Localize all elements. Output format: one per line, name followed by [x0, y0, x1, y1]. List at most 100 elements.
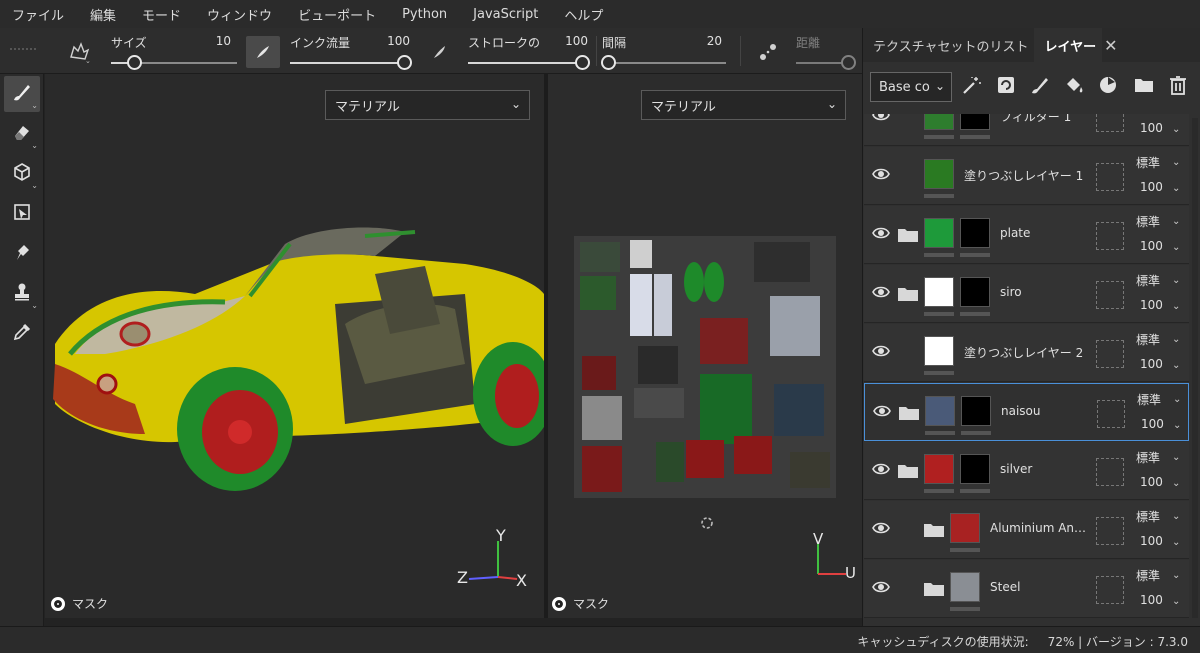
effect-slot[interactable] [1097, 400, 1125, 428]
layer-name[interactable]: 塗りつぶしレイヤー 1 [964, 167, 1090, 184]
mask-thumbnail[interactable] [960, 454, 990, 484]
layer-name[interactable]: silver [1000, 462, 1090, 476]
layer-list-scrollbar[interactable] [1192, 118, 1198, 618]
effect-slot[interactable] [1096, 458, 1124, 486]
effect-slot[interactable] [1096, 163, 1124, 191]
toolbar-grip[interactable] [10, 48, 36, 54]
layer-thumbnail[interactable] [924, 336, 954, 366]
menu-item-7[interactable]: ヘルプ [564, 5, 603, 24]
tab-layers[interactable]: レイヤー [1034, 28, 1103, 62]
effect-slot[interactable] [1096, 114, 1124, 132]
chevron-down-icon[interactable]: ⌄ [1172, 360, 1180, 371]
layer-opacity[interactable]: 100 [1140, 357, 1163, 371]
blend-mode[interactable]: 標準 [1136, 213, 1160, 230]
mask-toggle-3d[interactable]: マスク [51, 595, 108, 612]
add-fill-layer-button[interactable] [1061, 74, 1087, 100]
mask-thumbnail[interactable] [960, 114, 990, 130]
stroke-value[interactable]: 100 [554, 34, 588, 48]
mask-thumbnail[interactable] [961, 396, 991, 426]
menu-item-6[interactable]: JavaScript [473, 7, 538, 22]
layer-name[interactable]: 塗りつぶしレイヤー 2 [964, 344, 1090, 361]
layer-opacity[interactable]: 100 [1140, 298, 1163, 312]
effect-slot[interactable] [1096, 517, 1124, 545]
effect-slot[interactable] [1096, 281, 1124, 309]
layer-list[interactable]: フィルター 1 100 ⌄ ⌄ 塗りつぶしレイヤー 1 標準 100 ⌄ ⌄ plate 標準 100… [863, 114, 1200, 626]
mask-thumbnail[interactable] [960, 277, 990, 307]
layer-thumbnail[interactable] [925, 396, 955, 426]
size-knob[interactable] [126, 55, 142, 70]
eye-icon[interactable] [872, 285, 890, 299]
menu-item-4[interactable]: ビューポート [298, 5, 376, 24]
chevron-down-icon[interactable]: ⌄ [1173, 420, 1181, 431]
layer-row[interactable]: 塗りつぶしレイヤー 1 標準 100 ⌄ ⌄ [864, 147, 1189, 205]
flow-value[interactable]: 100 [376, 34, 410, 48]
layer-opacity[interactable]: 100 [1140, 593, 1163, 607]
lazy-mouse-icon[interactable] [756, 40, 780, 64]
add-paint-layer-button[interactable] [1027, 74, 1053, 100]
layer-thumbnail[interactable] [950, 572, 980, 602]
polygon-fill-tool[interactable] [4, 196, 40, 232]
layer-row[interactable]: naisou 標準 100 ⌄ ⌄ [864, 383, 1189, 441]
chevron-down-icon[interactable]: ⌄ [1172, 157, 1180, 168]
eye-icon[interactable] [872, 344, 890, 358]
chevron-down-icon[interactable]: ⌄ [1172, 301, 1180, 312]
flow-brush-icon[interactable] [246, 36, 280, 68]
eraser-tool[interactable]: ⌄ [4, 116, 40, 152]
size-slider[interactable]: サイズ 10 [111, 28, 237, 74]
layer-opacity[interactable]: 100 [1141, 417, 1164, 431]
close-icon[interactable]: ✕ [1104, 36, 1117, 55]
layer-row[interactable]: Steel 標準 100 ⌄ ⌄ [864, 560, 1189, 618]
distance-slider[interactable]: 距離 [796, 28, 856, 74]
eye-icon[interactable] [872, 462, 890, 476]
layer-opacity[interactable]: 100 [1140, 239, 1163, 253]
layer-row[interactable]: 塗りつぶしレイヤー 2 標準 100 ⌄ ⌄ [864, 324, 1189, 382]
tab-texture-set-list[interactable]: テクスチャセットのリスト [863, 28, 1034, 62]
blend-mode[interactable]: 標準 [1136, 272, 1160, 289]
spacing-knob[interactable] [601, 55, 617, 70]
menu-item-2[interactable]: モード [142, 5, 181, 24]
brush-shape-icon[interactable]: ⌄ [62, 38, 96, 66]
layer-row[interactable]: Aluminium Ano… 標準 100 ⌄ ⌄ [864, 501, 1189, 559]
blend-mode[interactable]: 標準 [1136, 508, 1160, 525]
chevron-down-icon[interactable]: ⌄ [1172, 511, 1180, 522]
chevron-down-icon[interactable]: ⌄ [1172, 596, 1180, 607]
effect-slot[interactable] [1096, 340, 1124, 368]
color-picker-tool[interactable] [4, 316, 40, 352]
mask-toggle-2d[interactable]: マスク [552, 595, 609, 612]
paint-brush-tool[interactable]: ⌄ [4, 76, 40, 112]
flow-slider[interactable]: インク流量 100 [290, 28, 412, 74]
stroke-brush-icon[interactable] [428, 40, 452, 64]
layer-thumbnail[interactable] [950, 513, 980, 543]
menu-item-0[interactable]: ファイル [12, 5, 64, 24]
eye-icon[interactable] [872, 167, 890, 181]
layer-row[interactable]: silver 標準 100 ⌄ ⌄ [864, 442, 1189, 500]
viewport-2d[interactable]: マテリアル ⌄ V U マスク [548, 74, 862, 618]
layer-name[interactable]: Aluminium Ano… [990, 521, 1090, 535]
layer-name[interactable]: Steel [990, 580, 1090, 594]
chevron-down-icon[interactable]: ⌄ [1172, 275, 1180, 286]
projection-tool[interactable]: ⌄ [4, 156, 40, 192]
eye-icon[interactable] [872, 226, 890, 240]
eye-icon[interactable] [872, 580, 890, 594]
eye-icon[interactable] [872, 114, 890, 122]
layer-name[interactable]: フィルター 1 [1000, 114, 1090, 125]
layer-row[interactable]: siro 標準 100 ⌄ ⌄ [864, 265, 1189, 323]
layer-opacity[interactable]: 100 [1140, 475, 1163, 489]
add-mask-button[interactable] [993, 74, 1019, 100]
channel-select[interactable]: Base co ⌄ [870, 72, 952, 102]
layer-opacity[interactable]: 100 [1140, 121, 1163, 135]
distance-knob[interactable] [841, 55, 856, 70]
effect-slot[interactable] [1096, 222, 1124, 250]
viewport-3d-mode-dropdown[interactable]: マテリアル ⌄ [325, 90, 530, 120]
eye-icon[interactable] [873, 404, 891, 418]
clone-stamp-tool[interactable]: ⌄ [4, 276, 40, 312]
layer-thumbnail[interactable] [924, 114, 954, 130]
chevron-down-icon[interactable]: ⌄ [1172, 334, 1180, 345]
smart-material-button[interactable] [1095, 74, 1121, 100]
mask-thumbnail[interactable] [960, 218, 990, 248]
chevron-down-icon[interactable]: ⌄ [1172, 478, 1180, 489]
add-effect-button[interactable] [959, 74, 985, 100]
layer-name[interactable]: naisou [1001, 404, 1091, 418]
spacing-slider[interactable]: 間隔 20 [601, 28, 726, 74]
spacing-value[interactable]: 20 [698, 34, 722, 48]
